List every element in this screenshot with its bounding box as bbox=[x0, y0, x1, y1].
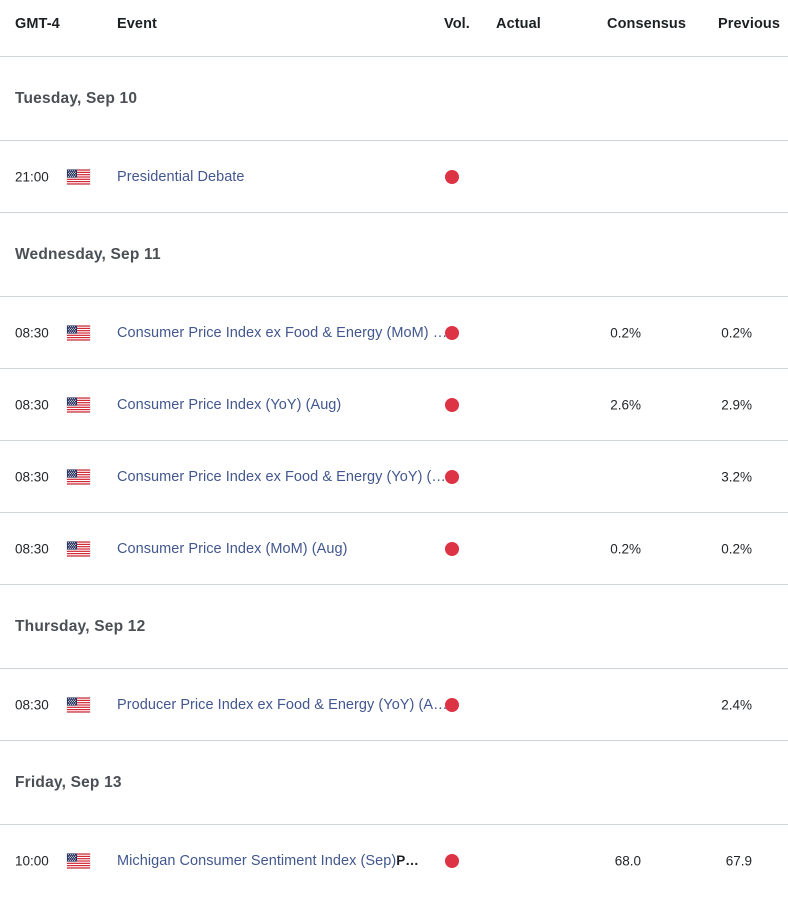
event-time: 08:30 bbox=[15, 541, 49, 556]
event-previous-value: 0.2% bbox=[721, 325, 752, 340]
day-group-header-1: Tuesday, Sep 10 bbox=[0, 57, 788, 141]
event-time: 08:30 bbox=[15, 469, 49, 484]
event-time: 10:00 bbox=[15, 853, 49, 868]
volatility-dot-icon bbox=[445, 697, 459, 712]
event-previous-value: 67.9 bbox=[725, 853, 752, 868]
calendar-event-row-2-1[interactable]: 08:30 Consumer Price Index ex Food & Ene… bbox=[0, 297, 788, 369]
event-previous-value: 2.9% bbox=[721, 397, 752, 412]
event-name-container[interactable]: Consumer Price Index ex Food & Energy (Y… bbox=[117, 469, 448, 485]
us-flag-icon bbox=[67, 541, 90, 556]
us-flag-icon bbox=[67, 697, 90, 712]
event-name-link[interactable]: Presidential Debate bbox=[117, 169, 245, 185]
event-time: 08:30 bbox=[15, 397, 49, 412]
event-name-container[interactable]: Consumer Price Index ex Food & Energy (M… bbox=[117, 325, 448, 341]
calendar-event-row-2-2[interactable]: 08:30 Consumer Price Index (YoY) (Aug) 2… bbox=[0, 369, 788, 441]
event-name-link[interactable]: Consumer Price Index (MoM) (Aug) bbox=[117, 541, 347, 557]
event-time: 21:00 bbox=[15, 169, 49, 184]
event-name-link[interactable]: Consumer Price Index (YoY) (Aug) bbox=[117, 397, 341, 413]
event-name-link[interactable]: Consumer Price Index ex Food & Energy (M… bbox=[117, 325, 448, 341]
column-header-event[interactable]: Event bbox=[117, 16, 157, 32]
column-header-previous[interactable]: Previous bbox=[718, 16, 780, 32]
us-flag-icon bbox=[67, 325, 90, 340]
event-name-link[interactable]: Consumer Price Index ex Food & Energy (Y… bbox=[117, 469, 448, 485]
event-name-container[interactable]: Consumer Price Index (MoM) (Aug) bbox=[117, 541, 347, 557]
volatility-dot-icon bbox=[445, 169, 459, 184]
day-group-header-3: Thursday, Sep 12 bbox=[0, 585, 788, 669]
us-flag-icon bbox=[67, 469, 90, 484]
calendar-event-row-2-3[interactable]: 08:30 Consumer Price Index ex Food & Ene… bbox=[0, 441, 788, 513]
event-name-container[interactable]: Michigan Consumer Sentiment Index (Sep) P… bbox=[117, 853, 420, 869]
event-name-container[interactable]: Producer Price Index ex Food & Energy (Y… bbox=[117, 697, 448, 713]
event-previous-value: 2.4% bbox=[721, 697, 752, 712]
day-group-header-2: Wednesday, Sep 11 bbox=[0, 213, 788, 297]
day-date-label: Wednesday, Sep 11 bbox=[15, 245, 161, 263]
column-header-timezone[interactable]: GMT-4 bbox=[15, 16, 60, 32]
us-flag-icon bbox=[67, 169, 90, 184]
calendar-header-row: GMT-4 Event Vol. Actual Consensus Previo… bbox=[0, 0, 788, 57]
calendar-event-row-4-1[interactable]: 10:00 Michigan Consumer Sentiment Index … bbox=[0, 825, 788, 896]
event-name-link[interactable]: Producer Price Index ex Food & Energy (Y… bbox=[117, 697, 448, 713]
event-time: 08:30 bbox=[15, 697, 49, 712]
economic-calendar: GMT-4 Event Vol. Actual Consensus Previo… bbox=[0, 0, 788, 896]
volatility-dot-icon bbox=[445, 541, 459, 556]
day-group-header-4: Friday, Sep 13 bbox=[0, 741, 788, 825]
event-previous-value: 0.2% bbox=[721, 541, 752, 556]
calendar-event-row-1-1[interactable]: 21:00 Presidential Debate bbox=[0, 141, 788, 213]
volatility-dot-icon bbox=[445, 397, 459, 412]
event-consensus-value: 68.0 bbox=[614, 853, 641, 868]
us-flag-icon bbox=[67, 397, 90, 412]
calendar-event-row-3-1[interactable]: 08:30 Producer Price Index ex Food & Ene… bbox=[0, 669, 788, 741]
column-header-actual[interactable]: Actual bbox=[496, 16, 541, 32]
event-consensus-value: 0.2% bbox=[610, 541, 641, 556]
event-consensus-value: 0.2% bbox=[610, 325, 641, 340]
event-name-container[interactable]: Presidential Debate bbox=[117, 169, 245, 185]
volatility-dot-icon bbox=[445, 853, 459, 868]
event-consensus-value: 2.6% bbox=[610, 397, 641, 412]
calendar-body: Tuesday, Sep 10 21:00 Presidential Debat… bbox=[0, 57, 788, 896]
event-name-link[interactable]: Michigan Consumer Sentiment Index (Sep) bbox=[117, 853, 396, 869]
event-time: 08:30 bbox=[15, 325, 49, 340]
event-name-container[interactable]: Consumer Price Index (YoY) (Aug) bbox=[117, 397, 341, 413]
calendar-event-row-2-4[interactable]: 08:30 Consumer Price Index (MoM) (Aug) 0… bbox=[0, 513, 788, 585]
event-previous-value: 3.2% bbox=[721, 469, 752, 484]
day-date-label: Tuesday, Sep 10 bbox=[15, 89, 138, 107]
event-name-suffix: Prel bbox=[396, 852, 421, 868]
volatility-dot-icon bbox=[445, 325, 459, 340]
volatility-dot-icon bbox=[445, 469, 459, 484]
day-date-label: Friday, Sep 13 bbox=[15, 773, 122, 791]
column-header-consensus[interactable]: Consensus bbox=[607, 16, 686, 32]
column-header-volatility[interactable]: Vol. bbox=[444, 16, 470, 32]
us-flag-icon bbox=[67, 853, 90, 868]
day-date-label: Thursday, Sep 12 bbox=[15, 617, 146, 635]
